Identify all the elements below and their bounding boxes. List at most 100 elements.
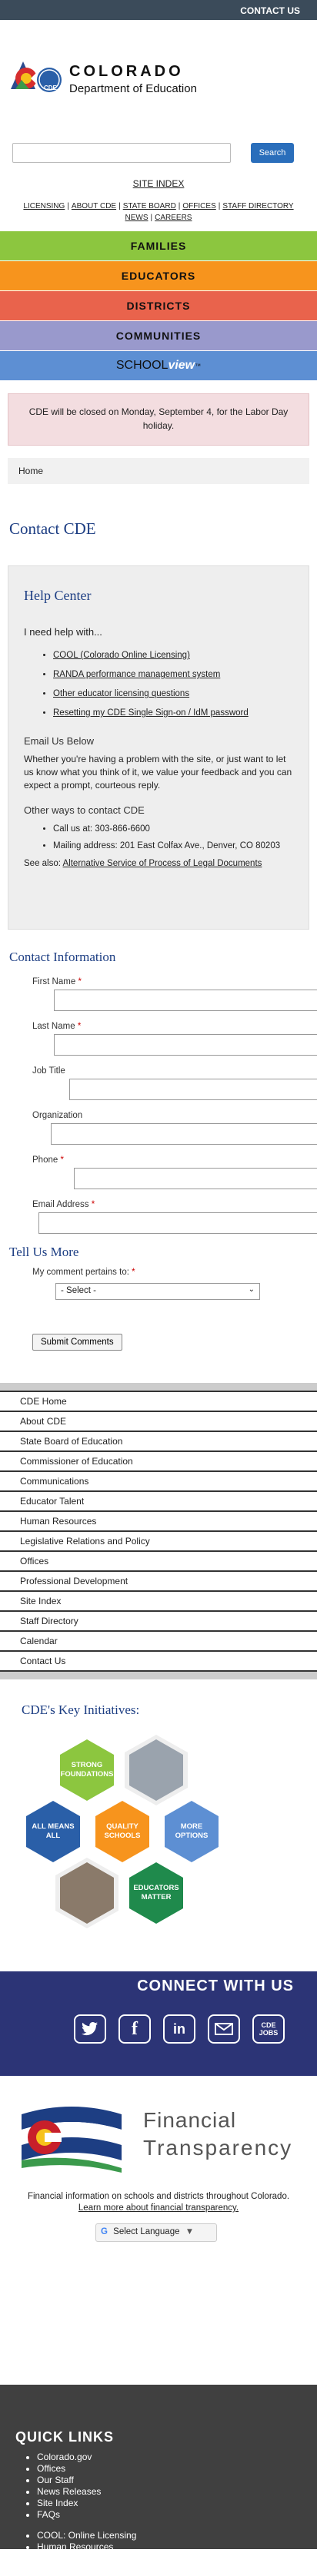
footer-nav-item[interactable]: Site Index [0, 1590, 317, 1610]
help-link-cool[interactable]: COOL (Colorado Online Licensing) [53, 646, 293, 665]
site-header: CDE COLORADO Department of Education [0, 20, 317, 112]
first-name-input[interactable] [54, 990, 317, 1011]
footer-nav: CDE Home About CDE State Board of Educatio… [0, 1383, 317, 1679]
quick-link-jobs-for-teachers[interactable]: Jobs for Teachers [37, 2564, 317, 2576]
hex-photo-classroom [55, 1858, 118, 1928]
help-links: COOL (Colorado Online Licensing) RANDA p… [53, 646, 293, 723]
quick-link-offices[interactable]: Offices [37, 2463, 317, 2475]
quick-link-faqs[interactable]: FAQs [37, 2509, 317, 2521]
other-ways-heading: Other ways to contact CDE [24, 804, 145, 816]
first-name-label: First Name [32, 977, 76, 986]
quick-link-human-resources[interactable]: Human Resources [37, 2541, 317, 2553]
util-link-offices[interactable]: OFFICES [182, 202, 215, 211]
required-marker: * [60, 1155, 64, 1165]
util-link-careers[interactable]: CAREERS [155, 214, 192, 222]
chevron-down-icon: ⌄ [248, 1285, 255, 1294]
required-marker: * [77, 1022, 82, 1031]
quick-link-cool[interactable]: COOL: Online Licensing [37, 2530, 317, 2541]
footer-nav-item[interactable]: Calendar [0, 1630, 317, 1650]
cde-logo[interactable]: CDE [9, 54, 63, 104]
footer-nav-item[interactable]: Commissioner of Education [0, 1450, 317, 1470]
required-marker: * [78, 977, 82, 986]
facebook-icon[interactable]: f [118, 2014, 151, 2044]
footer-nav-item[interactable]: Professional Development [0, 1570, 317, 1590]
footer-nav-item[interactable]: Offices [0, 1550, 317, 1570]
help-link-password[interactable]: Resetting my CDE Single Sign-on / IdM pa… [53, 704, 293, 723]
quick-link-our-staff[interactable]: Our Staff [37, 2475, 317, 2486]
hex-strong-foundations[interactable]: STRONG FOUNDATIONS [55, 1735, 118, 1805]
cde-jobs-label: CDE JOBS [259, 2021, 279, 2037]
footer-nav-item[interactable]: Contact Us [0, 1650, 317, 1670]
financial-transparency: Financial Transparency Financial informa… [0, 2076, 317, 2249]
util-link-staff-directory[interactable]: STAFF DIRECTORY [222, 202, 293, 211]
search-button[interactable]: Search [251, 143, 294, 163]
contact-us-link[interactable]: CONTACT US [240, 5, 300, 16]
quick-links-title: QUICK LINKS [15, 2429, 114, 2445]
footer-nav-item[interactable]: State Board of Education [0, 1431, 317, 1450]
transparency-title-1: Financial [143, 2108, 237, 2132]
email-heading: Email Us Below [24, 735, 95, 747]
nav-schoolview[interactable]: SCHOOL view ™ [0, 351, 317, 381]
email-input[interactable] [38, 1212, 317, 1234]
nav-communities[interactable]: COMMUNITIES [0, 321, 317, 351]
email-label: Email Address [32, 1200, 89, 1209]
see-also-label: See also: [24, 859, 61, 868]
footer-nav-item[interactable]: CDE Home [0, 1391, 317, 1411]
main-nav: FAMILIES EDUCATORS DISTRICTS COMMUNITIES… [0, 231, 317, 381]
hex-educators-matter[interactable]: EDUCATORS MATTER [125, 1858, 188, 1928]
quick-link-colorado-gov[interactable]: Colorado.gov [37, 2452, 317, 2463]
quick-link-jobs-at-cde[interactable]: Jobs at CDE [37, 2553, 317, 2564]
footer-nav-item[interactable]: Legislative Relations and Policy [0, 1530, 317, 1550]
job-title-label: Job Title [32, 1066, 65, 1076]
util-link-licensing[interactable]: LICENSING [23, 202, 65, 211]
nav-families[interactable]: FAMILIES [0, 231, 317, 261]
linkedin-icon[interactable]: in [163, 2014, 195, 2044]
search-input[interactable] [12, 143, 231, 163]
organization-input[interactable] [51, 1123, 317, 1145]
breadcrumb: Home [8, 458, 309, 484]
see-also-link[interactable]: Alternative Service of Process of Legal … [63, 859, 262, 868]
select-value: - Select - [61, 1286, 97, 1295]
quick-links-group-1: Colorado.gov Offices Our Staff News Rele… [37, 2452, 317, 2521]
footer-nav-item[interactable]: Human Resources [0, 1510, 317, 1530]
nav-districts[interactable]: DISTRICTS [0, 291, 317, 321]
transparency-link[interactable]: Learn more about financial transparency. [78, 2203, 239, 2213]
mailing-address: Mailing address: 201 East Colfax Ave., D… [53, 837, 293, 854]
logo-title-department: Department of Education [69, 82, 197, 95]
quick-link-news-releases[interactable]: News Releases [37, 2486, 317, 2498]
comment-topic-select[interactable]: - Select - ⌄ [55, 1283, 260, 1300]
google-translate-select[interactable]: G Select Language ▼ [95, 2223, 217, 2242]
cde-badge-text: CDE [44, 85, 57, 91]
footer-nav-item[interactable]: Educator Talent [0, 1490, 317, 1510]
util-link-about[interactable]: ABOUT CDE [72, 202, 116, 211]
footer-nav-item[interactable]: Communications [0, 1470, 317, 1490]
colorado-flag-logo-icon [11, 61, 62, 92]
quick-link-site-index[interactable]: Site Index [37, 2498, 317, 2509]
help-intro: I need help with... [24, 626, 102, 638]
contact-info-title: Contact Information [9, 950, 116, 964]
cde-jobs-icon[interactable]: CDE JOBS [252, 2014, 285, 2044]
footer-nav-item[interactable]: About CDE [0, 1411, 317, 1431]
util-link-state-board[interactable]: STATE BOARD [123, 202, 176, 211]
hex-quality-schools[interactable]: QUALITY SCHOOLS [91, 1796, 154, 1867]
hex-all-means-all[interactable]: ALL MEANS ALL [22, 1796, 85, 1867]
footer-nav-item[interactable]: Staff Directory [0, 1610, 317, 1630]
hex-more-options[interactable]: MORE OPTIONS [160, 1796, 223, 1867]
site-index-link[interactable]: SITE INDEX [0, 174, 317, 197]
twitter-icon[interactable] [74, 2014, 106, 2044]
page-title: Contact CDE [9, 519, 96, 538]
phone-input[interactable] [74, 1168, 317, 1189]
last-name-input[interactable] [54, 1034, 317, 1056]
contact-methods: Call us at: 303-866-6600 Mailing address… [53, 821, 293, 854]
job-title-input[interactable] [69, 1079, 317, 1100]
help-center-title: Help Center [24, 588, 92, 603]
footer-divider [0, 1383, 317, 1391]
submit-comments-button[interactable]: Submit Comments [32, 1334, 122, 1351]
email-icon[interactable] [208, 2014, 240, 2044]
help-link-licensing[interactable]: Other educator licensing questions [53, 685, 293, 704]
nav-educators[interactable]: EDUCATORS [0, 261, 317, 291]
google-g-icon: G [101, 2227, 108, 2236]
util-link-news[interactable]: NEWS [125, 214, 148, 222]
breadcrumb-home[interactable]: Home [18, 466, 43, 476]
help-link-randa[interactable]: RANDA performance management system [53, 665, 293, 685]
